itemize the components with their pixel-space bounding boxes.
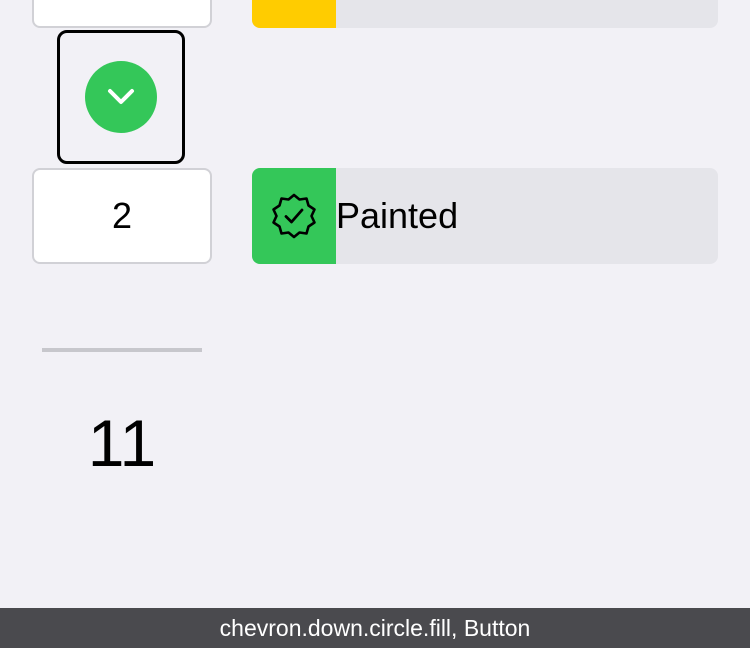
item-status-bar[interactable]: Painted <box>252 168 718 264</box>
top-status-bar[interactable] <box>252 0 718 28</box>
item-status-label: Painted <box>336 195 459 236</box>
divider <box>42 348 202 352</box>
checkmark-seal-icon <box>272 193 316 239</box>
accessibility-caption: chevron.down.circle.fill, Button <box>0 608 750 648</box>
accessibility-caption-text: chevron.down.circle.fill, Button <box>219 614 531 641</box>
item-count: 2 <box>111 195 133 236</box>
top-count-box[interactable] <box>32 0 212 28</box>
top-status-swatch <box>252 0 336 28</box>
chevron-down-circle-icon <box>85 61 157 133</box>
item-count-box[interactable]: 2 <box>32 168 212 264</box>
total-count: 11 <box>87 406 157 480</box>
item-status-swatch <box>252 168 336 264</box>
chevron-down-icon <box>108 89 134 104</box>
chevron-down-button[interactable] <box>57 30 185 164</box>
